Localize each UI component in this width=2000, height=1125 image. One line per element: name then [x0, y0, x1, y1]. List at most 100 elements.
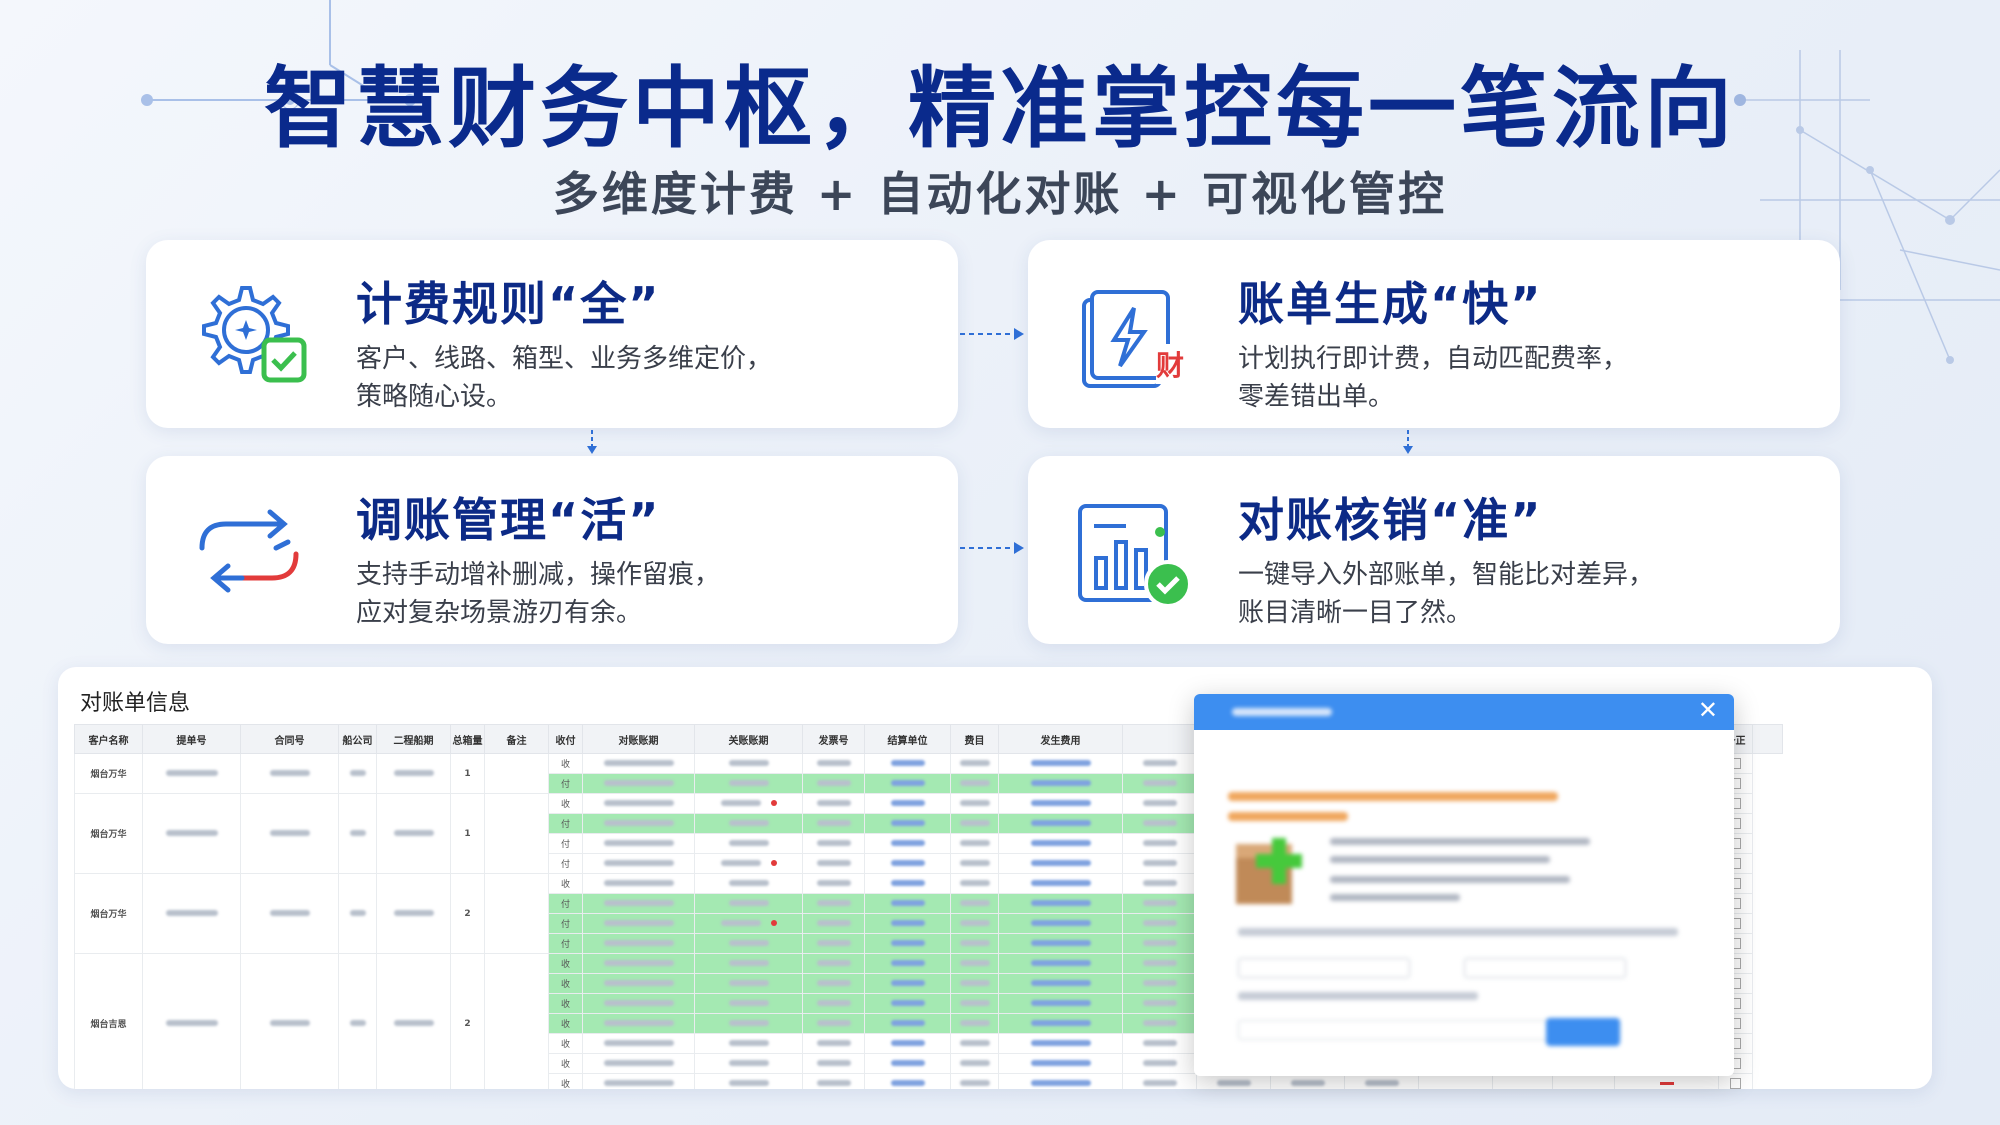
dialog-title-blurred [1232, 708, 1332, 716]
pay-type-cell: 付 [548, 933, 583, 954]
table-cell [802, 953, 865, 974]
bill-badge: 财 [1156, 344, 1185, 384]
table-cell [998, 893, 1123, 914]
table-cell: 烟台吉恩 [74, 953, 143, 1089]
table-cell [998, 993, 1123, 1014]
pay-type-cell: 收 [548, 1053, 583, 1074]
table-cell [802, 773, 865, 794]
table-cell [142, 873, 241, 954]
table-cell [694, 753, 803, 774]
gear-check-icon [202, 286, 307, 383]
table-cell [998, 933, 1123, 954]
close-icon[interactable]: ✕ [1698, 696, 1718, 724]
table-cell [694, 873, 803, 894]
table-cell [582, 793, 695, 814]
table-cell [864, 773, 951, 794]
table-cell [864, 753, 951, 774]
table-cell [802, 833, 865, 854]
table-cell [1122, 753, 1197, 774]
table-cell [998, 973, 1123, 994]
column-header: 客户名称 [74, 724, 143, 754]
table-cell [694, 1073, 803, 1089]
arrow-down-icon [1403, 430, 1413, 454]
table-cell [1122, 893, 1197, 914]
table-cell [240, 753, 339, 794]
feature-description-line: 零差错出单。 [1238, 382, 1395, 412]
table-cell [864, 1013, 951, 1034]
feature-description-line: 支持手动增补删减，操作留痕， [356, 560, 721, 590]
pay-type-cell: 付 [548, 853, 583, 874]
column-header: 提单号 [142, 724, 241, 754]
table-cell [1122, 773, 1197, 794]
table-cell [582, 813, 695, 834]
feature-description-line: 计划执行即计费，自动匹配费率， [1238, 344, 1629, 374]
table-cell [484, 753, 549, 794]
table-cell [1122, 1033, 1197, 1054]
table-cell [950, 793, 999, 814]
table-cell [950, 993, 999, 1014]
table-cell [802, 913, 865, 934]
dialog-import-button[interactable] [1546, 1018, 1620, 1046]
table-cell [864, 833, 951, 854]
table-cell [802, 1073, 865, 1089]
table-cell [582, 1073, 695, 1089]
error-dot-icon [770, 860, 777, 866]
table-cell [240, 793, 339, 874]
table-cell [864, 1073, 951, 1089]
table-cell [950, 833, 999, 854]
table-cell [582, 753, 695, 774]
table-cell [998, 813, 1123, 834]
pay-type-cell: 付 [548, 773, 583, 794]
table-cell [694, 893, 803, 914]
table-cell [864, 993, 951, 1014]
table-cell [582, 993, 695, 1014]
feature-title: 计费规则“全” [356, 277, 661, 331]
feature-card-billing-rules: 计费规则“全” 客户、线路、箱型、业务多维定价， 策略随心设。 [146, 240, 958, 428]
pay-type-cell: 付 [548, 833, 583, 854]
table-cell [1122, 933, 1197, 954]
table-cell [950, 953, 999, 974]
arrow-down-icon [587, 430, 597, 454]
column-header: 对账账期 [582, 724, 695, 754]
feature-description-line: 应对复杂场景游刃有余。 [356, 598, 643, 628]
table-cell [694, 1053, 803, 1074]
pay-type-cell: 收 [548, 1073, 583, 1089]
table-cell [950, 773, 999, 794]
table-cell [950, 933, 999, 954]
table-cell [998, 773, 1123, 794]
table-cell [998, 853, 1123, 874]
table-cell [582, 1053, 695, 1074]
table-cell [582, 913, 695, 934]
table-cell [1122, 1053, 1197, 1074]
pay-type-cell: 收 [548, 953, 583, 974]
table-cell [694, 1033, 803, 1054]
table-cell [694, 913, 803, 934]
arrow-right-icon [960, 542, 1024, 554]
table-cell [950, 813, 999, 834]
column-header: 结算单位 [864, 724, 951, 754]
feature-card-bill-generation: 财 账单生成“快” 计划执行即计费，自动匹配费率， 零差错出单。 [1028, 240, 1840, 428]
feature-description-line: 一键导入外部账单，智能比对差异， [1238, 560, 1655, 590]
column-header: 关账账期 [694, 724, 803, 754]
column-header [1122, 724, 1197, 754]
table-cell [802, 973, 865, 994]
table-cell [1122, 1073, 1197, 1089]
table-cell [694, 853, 803, 874]
table-cell [1122, 953, 1197, 974]
table-cell [484, 953, 549, 1089]
table-cell [802, 893, 865, 914]
table-cell [802, 1033, 865, 1054]
table-cell [694, 773, 803, 794]
table-cell [998, 953, 1123, 974]
table-cell [864, 873, 951, 894]
table-cell [802, 993, 865, 1014]
chart-check-icon [1078, 504, 1192, 608]
table-cell [694, 953, 803, 974]
import-package-icon [1236, 838, 1302, 904]
table-cell [998, 753, 1123, 774]
table-cell [802, 753, 865, 774]
table-cell [338, 793, 377, 874]
column-header: 发票号 [802, 724, 865, 754]
table-cell [694, 933, 803, 954]
table-cell [998, 1033, 1123, 1054]
